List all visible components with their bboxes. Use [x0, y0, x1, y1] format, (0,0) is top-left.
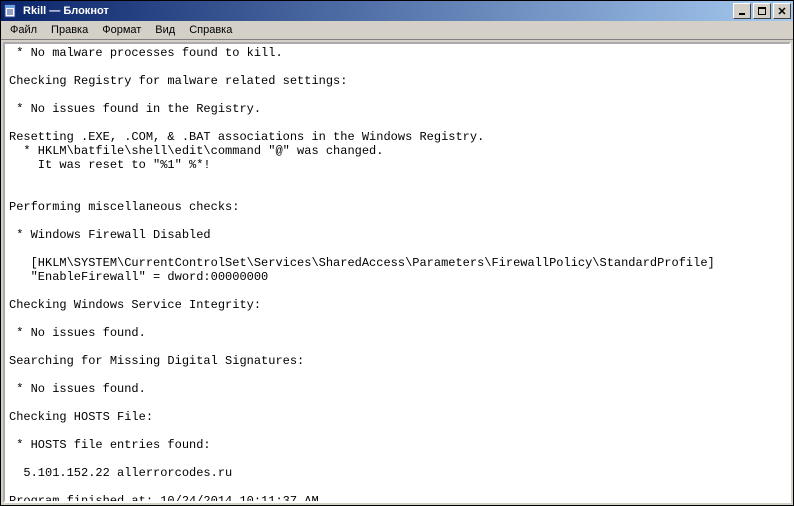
- titlebar[interactable]: Rkill — Блокнот: [1, 1, 793, 21]
- minimize-button[interactable]: [733, 3, 751, 19]
- window-title: Rkill — Блокнот: [23, 5, 731, 17]
- notepad-icon: [3, 3, 19, 19]
- client-area: * No malware processes found to kill. Ch…: [1, 40, 793, 505]
- menu-edit[interactable]: Правка: [44, 23, 95, 37]
- menu-file[interactable]: Файл: [3, 23, 44, 37]
- menu-help[interactable]: Справка: [182, 23, 239, 37]
- close-button[interactable]: [773, 3, 791, 19]
- maximize-button[interactable]: [753, 3, 771, 19]
- menu-format[interactable]: Формат: [95, 23, 148, 37]
- window-frame: Rkill — Блокнот Файл Правка Формат Вид С…: [0, 0, 794, 506]
- editor-frame: * No malware processes found to kill. Ch…: [3, 42, 791, 503]
- menubar: Файл Правка Формат Вид Справка: [1, 21, 793, 40]
- menu-view[interactable]: Вид: [148, 23, 182, 37]
- text-editor[interactable]: * No malware processes found to kill. Ch…: [5, 44, 789, 501]
